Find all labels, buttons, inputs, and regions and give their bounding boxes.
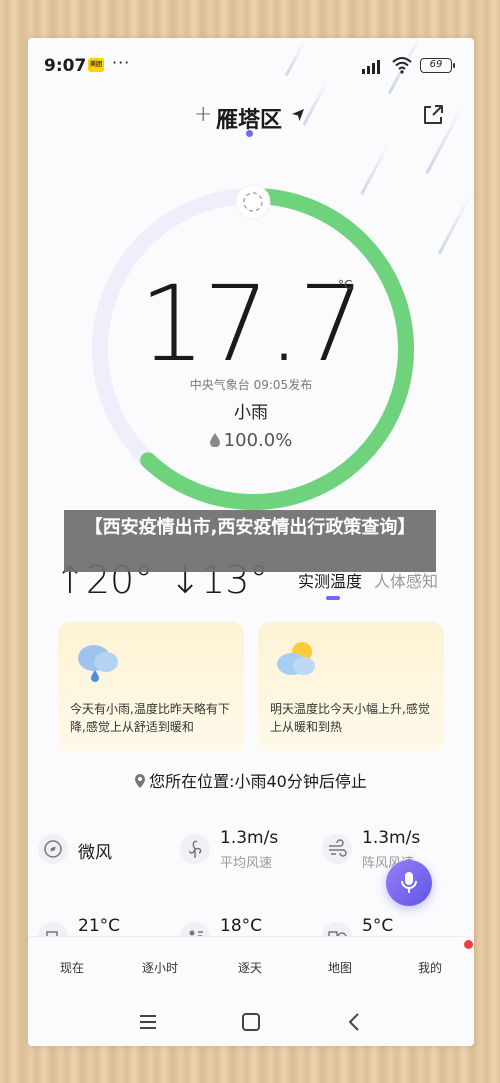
wind-level-value: 微风 bbox=[78, 843, 112, 863]
today-forecast-text: 今天有小雨,温度比昨天略有下降,感觉上从舒适到暖和 bbox=[70, 702, 230, 734]
microphone-icon bbox=[401, 872, 417, 893]
gauge-knob bbox=[235, 184, 271, 220]
gust-metric: 1.3m/s 阵风风速 bbox=[322, 828, 452, 876]
publish-info: 中央气象台 09:05发布 bbox=[189, 378, 313, 392]
rain-alert[interactable]: 您所在位置:小雨40分钟后停止 bbox=[28, 768, 474, 792]
back-icon[interactable] bbox=[344, 1012, 364, 1032]
more-notifications-icon: ··· bbox=[112, 53, 131, 72]
metric-5: 5°C bbox=[322, 916, 452, 938]
gust-value: 1.3m/s bbox=[362, 828, 421, 848]
notification-red-dot bbox=[464, 940, 473, 949]
meituan-notification-icon: 美团 bbox=[88, 58, 104, 72]
partly-cloudy-icon bbox=[277, 642, 315, 675]
rain-cloud-icon bbox=[78, 645, 118, 682]
location-arrow-icon bbox=[292, 109, 304, 121]
nav-daily[interactable]: 逐天 bbox=[220, 959, 280, 976]
status-bar: 9:07 美团 ··· 69 bbox=[28, 38, 474, 94]
temperature-metrics-row: 21°C 18°C 5°C bbox=[28, 916, 474, 938]
nav-now[interactable]: 现在 bbox=[42, 959, 102, 976]
avg-wind-label: 平均风速 bbox=[220, 856, 273, 871]
humidity-drop-icon bbox=[209, 433, 220, 447]
add-location-button[interactable]: + bbox=[194, 102, 212, 127]
signal-icon bbox=[362, 58, 386, 74]
metric-18: 18°C bbox=[180, 916, 310, 938]
system-navigation-bar bbox=[28, 996, 474, 1046]
share-icon[interactable] bbox=[420, 102, 446, 128]
nav-mine[interactable]: 我的 bbox=[400, 959, 460, 976]
wifi-icon bbox=[392, 57, 412, 74]
tab-feels-like[interactable]: 人体感知 bbox=[374, 572, 438, 591]
current-temperature: 17.7 bbox=[139, 263, 365, 385]
battery-icon: 69 bbox=[420, 58, 455, 73]
fan-icon bbox=[180, 834, 210, 864]
page-indicator-dot bbox=[246, 130, 253, 137]
tab-indicator bbox=[326, 596, 340, 600]
avg-wind-value: 1.3m/s bbox=[220, 828, 279, 848]
voice-assistant-button[interactable] bbox=[386, 860, 432, 906]
rain-alert-text: 您所在位置:小雨40分钟后停止 bbox=[149, 772, 367, 791]
wind-icon bbox=[322, 834, 352, 864]
location-bar: + 雁塔区 bbox=[28, 100, 474, 140]
humidity-value: 100.0% bbox=[223, 430, 293, 451]
compass-icon bbox=[38, 834, 68, 864]
tab-measured-temperature[interactable]: 实测温度 bbox=[298, 572, 362, 591]
today-forecast-card[interactable]: 今天有小雨,温度比昨天略有下降,感觉上从舒适到暖和 bbox=[58, 622, 244, 752]
location-pin-icon bbox=[135, 774, 146, 788]
phone-screen: 9:07 美团 ··· 69 + 雁塔区 17.7 °C 中央气象台 09:05… bbox=[28, 38, 474, 1046]
tomorrow-forecast-text: 明天温度比今天小幅上升,感觉上从暖和到热 bbox=[270, 702, 430, 734]
article-title-overlay: 【西安疫情出市,西安疫情出行政策查询】 bbox=[64, 510, 436, 572]
metric-5-value: 5°C bbox=[362, 916, 394, 936]
wind-level-metric: 微风 bbox=[38, 828, 158, 876]
avg-wind-metric: 1.3m/s 平均风速 bbox=[180, 828, 310, 876]
tomorrow-forecast-card[interactable]: 明天温度比今天小幅上升,感觉上从暖和到热 bbox=[258, 622, 444, 752]
metric-21-value: 21°C bbox=[78, 916, 121, 936]
metric-21: 21°C bbox=[38, 916, 158, 938]
temperature-unit: °C bbox=[338, 278, 353, 292]
menu-icon[interactable] bbox=[138, 1012, 158, 1032]
weather-condition: 小雨 bbox=[234, 403, 268, 423]
bottom-navigation: 现在 逐小时 逐天 地图 我的 bbox=[28, 936, 474, 996]
home-icon[interactable] bbox=[241, 1012, 261, 1032]
nav-hourly[interactable]: 逐小时 bbox=[130, 959, 190, 976]
status-time: 9:07 bbox=[44, 56, 87, 76]
metric-18-value: 18°C bbox=[220, 916, 263, 936]
humidity: 100.0% bbox=[28, 430, 474, 451]
nav-map[interactable]: 地图 bbox=[310, 959, 370, 976]
